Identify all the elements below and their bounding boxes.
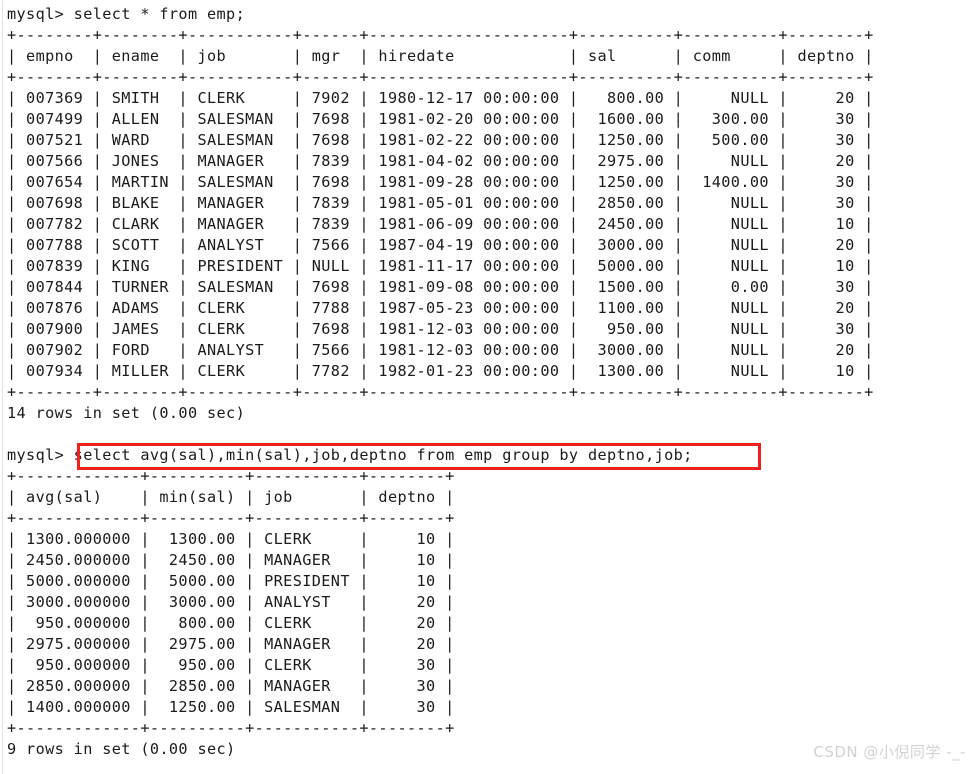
spacer-line	[7, 424, 973, 445]
query1-table-row: | 007782 | CLARK | MANAGER | 7839 | 1981…	[7, 215, 874, 233]
query1-table-row: | 007839 | KING | PRESIDENT | NULL | 198…	[7, 257, 874, 275]
query1-command-line[interactable]: mysql> select * from emp;	[7, 4, 973, 25]
csdn-watermark: CSDN @小倪同学 -_-	[813, 743, 966, 761]
query2-table-row: | 2975.000000 | 2975.00 | MANAGER | 20 |	[7, 635, 455, 653]
query2-table-row: | 2850.000000 | 2850.00 | MANAGER | 30 |	[7, 677, 455, 695]
query2-header-row: | avg(sal) | min(sal) | job | deptno |	[7, 488, 455, 506]
query1-table-row: | 007566 | JONES | MANAGER | 7839 | 1981…	[7, 152, 874, 170]
query2-table-row: | 5000.000000 | 5000.00 | PRESIDENT | 10…	[7, 572, 455, 590]
mysql-terminal-window[interactable]: mysql> select * from emp; +--------+----…	[0, 0, 980, 774]
query2-table-row: | 1400.000000 | 1250.00 | SALESMAN | 30 …	[7, 698, 455, 716]
query2-table-row: | 950.000000 | 950.00 | CLERK | 30 |	[7, 656, 455, 674]
query1-table-row: | 007698 | BLAKE | MANAGER | 7839 | 1981…	[7, 194, 874, 212]
query1-header-row: | empno | ename | job | mgr | hiredate |…	[7, 47, 874, 65]
query1-table-row: | 007788 | SCOTT | ANALYST | 7566 | 1987…	[7, 236, 874, 254]
query1-table-row: | 007902 | FORD | ANALYST | 7566 | 1981-…	[7, 341, 874, 359]
query2-table-row: | 1300.000000 | 1300.00 | CLERK | 10 |	[7, 530, 455, 548]
query1-top-rule: +--------+--------+-----------+------+--…	[7, 26, 874, 44]
query1-table-row: | 007934 | MILLER | CLERK | 7782 | 1982-…	[7, 362, 874, 380]
left-gutter-rule	[2, 0, 3, 774]
query2-bottom-rule: +-------------+----------+-----------+--…	[7, 719, 455, 737]
query2-command-row[interactable]: mysql> select avg(sal),min(sal),job,dept…	[7, 443, 973, 470]
query1-bottom-rule: +--------+--------+-----------+------+--…	[7, 383, 874, 401]
query2-header-rule: +-------------+----------+-----------+--…	[7, 509, 455, 527]
query1-table-row: | 007369 | SMITH | CLERK | 7902 | 1980-1…	[7, 89, 874, 107]
query2-table-row: | 2450.000000 | 2450.00 | MANAGER | 10 |	[7, 551, 455, 569]
query2-table-row: | 3000.000000 | 3000.00 | ANALYST | 20 |	[7, 593, 455, 611]
query1-table-row: | 007499 | ALLEN | SALESMAN | 7698 | 198…	[7, 110, 874, 128]
query2-table-row: | 950.000000 | 800.00 | CLERK | 20 |	[7, 614, 455, 632]
query1-table-row: | 007654 | MARTIN | SALESMAN | 7698 | 19…	[7, 173, 874, 191]
query1-table-row: | 007900 | JAMES | CLERK | 7698 | 1981-1…	[7, 320, 874, 338]
query1-status-line: 14 rows in set (0.00 sec)	[7, 404, 246, 422]
query1-header-rule: +--------+--------+-----------+------+--…	[7, 68, 874, 86]
query1-table-row: | 007844 | TURNER | SALESMAN | 7698 | 19…	[7, 278, 874, 296]
query2-command-line[interactable]: mysql> select avg(sal),min(sal),job,dept…	[7, 445, 973, 466]
query1-table-row: | 007876 | ADAMS | CLERK | 7788 | 1987-0…	[7, 299, 874, 317]
query2-top-rule: +-------------+----------+-----------+--…	[7, 467, 455, 485]
query1-table-row: | 007521 | WARD | SALESMAN | 7698 | 1981…	[7, 131, 874, 149]
console-output-area[interactable]: mysql> select * from emp; +--------+----…	[7, 4, 973, 760]
